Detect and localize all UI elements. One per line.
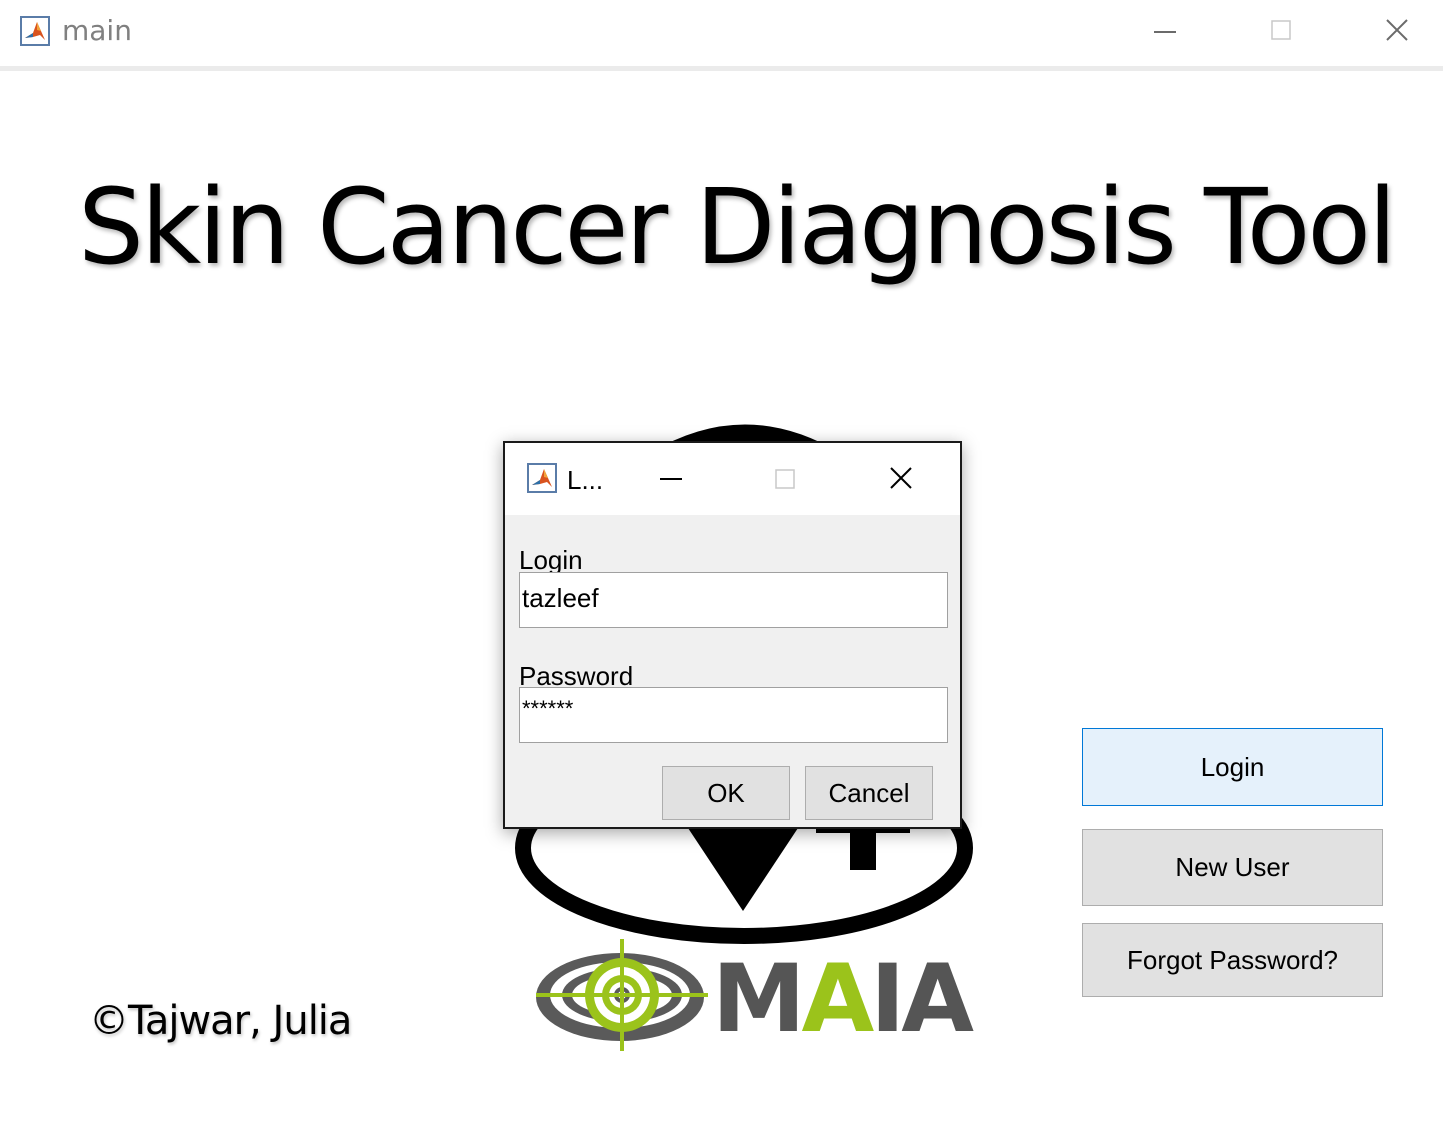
new-user-button[interactable]: New User bbox=[1082, 829, 1383, 906]
matlab-icon bbox=[527, 463, 557, 493]
close-icon bbox=[1386, 19, 1408, 41]
matlab-icon bbox=[20, 16, 50, 46]
copyright-text: ©Tajwar, Julia bbox=[89, 998, 352, 1044]
minimize-button[interactable] bbox=[1142, 12, 1188, 52]
forgot-password-button[interactable]: Forgot Password? bbox=[1082, 923, 1383, 997]
login-button[interactable]: Login bbox=[1082, 728, 1383, 806]
dialog-titlebar: L... bbox=[505, 443, 960, 515]
maximize-icon bbox=[1271, 20, 1291, 40]
window-title: main bbox=[62, 14, 132, 47]
minimize-icon bbox=[660, 478, 682, 480]
close-button[interactable] bbox=[1374, 10, 1420, 50]
dialog-minimize-button[interactable] bbox=[649, 459, 693, 499]
dialog-title: L... bbox=[567, 465, 604, 495]
maia-target-icon bbox=[536, 939, 708, 1051]
cancel-button[interactable]: Cancel bbox=[805, 766, 933, 820]
dialog-close-button[interactable] bbox=[879, 457, 923, 499]
login-dialog: L... Login tazleef Password ****** OK Ca… bbox=[503, 441, 962, 829]
minimize-icon bbox=[1154, 31, 1176, 33]
maximize-icon bbox=[775, 469, 795, 489]
close-icon bbox=[890, 467, 912, 489]
password-input[interactable]: ****** bbox=[519, 687, 948, 743]
ok-button[interactable]: OK bbox=[662, 766, 790, 820]
window-titlebar: main bbox=[0, 0, 1443, 66]
maximize-button[interactable] bbox=[1258, 10, 1304, 50]
dialog-maximize-button[interactable] bbox=[763, 459, 807, 499]
page-title: Skin Cancer Diagnosis Tool bbox=[78, 166, 1397, 288]
titlebar-divider bbox=[0, 66, 1443, 71]
login-input[interactable]: tazleef bbox=[519, 572, 948, 628]
maia-logo-text: MAIA bbox=[712, 945, 974, 1054]
